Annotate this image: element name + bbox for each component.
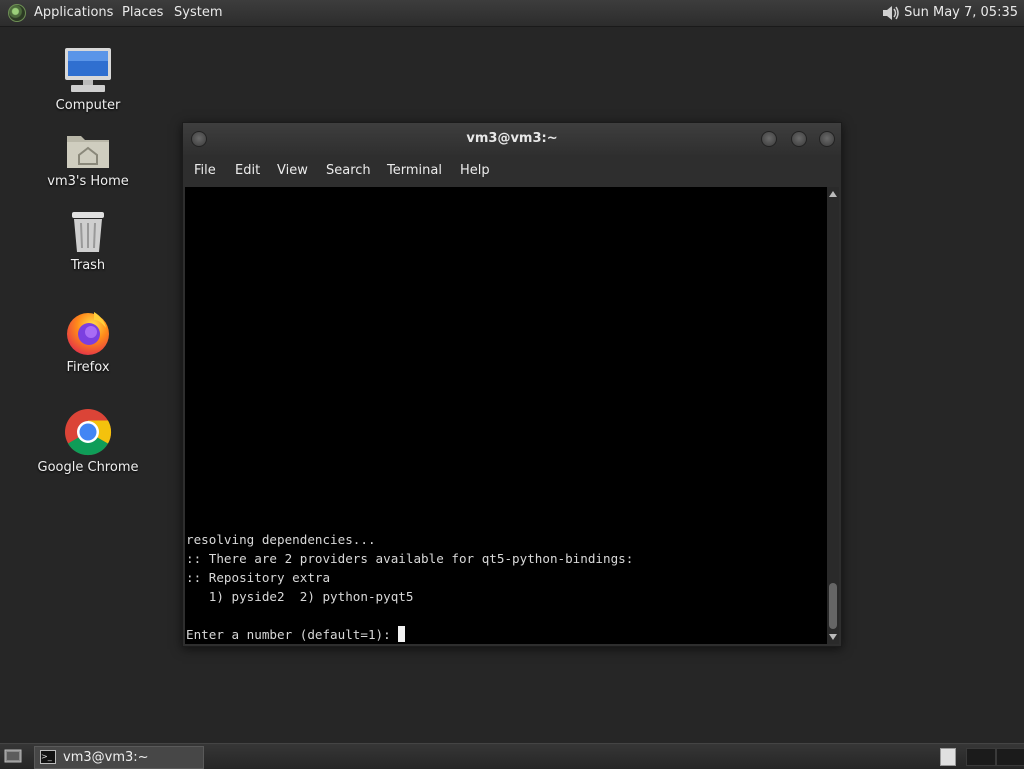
minimize-icon[interactable]: [761, 131, 777, 147]
home-folder-icon: [67, 136, 109, 168]
scroll-down-icon[interactable]: [829, 634, 837, 640]
terminal-prompt-line: Enter a number (default=1):: [186, 625, 406, 644]
menu-view[interactable]: View: [277, 155, 308, 187]
taskbar-item-label: vm3@vm3:~: [63, 750, 149, 765]
scrollbar-thumb[interactable]: [829, 583, 837, 629]
taskbar-item-terminal[interactable]: >_ vm3@vm3:~: [34, 746, 204, 769]
trash-icon: [72, 212, 104, 252]
desktop-icon-home[interactable]: vm3's Home: [28, 130, 148, 189]
bottom-panel: >_ vm3@vm3:~: [0, 743, 1024, 769]
desktop-icon-label: Computer: [55, 98, 121, 113]
terminal-line: resolving dependencies...: [186, 532, 376, 547]
terminal-line: :: There are 2 providers available for q…: [186, 551, 634, 566]
menu-search[interactable]: Search: [326, 155, 371, 187]
terminal-icon: >_: [40, 750, 56, 764]
top-panel: Applications Places System Sun May 7, 05…: [0, 0, 1024, 27]
scroll-up-icon[interactable]: [829, 191, 837, 197]
menu-terminal[interactable]: Terminal: [387, 155, 442, 187]
firefox-icon: [67, 312, 109, 355]
desktop-icon-trash[interactable]: Trash: [28, 210, 148, 273]
window-menubar: File Edit View Search Terminal Help: [183, 155, 841, 187]
terminal-prompt-text: Enter a number (default=1):: [186, 627, 399, 642]
desktop-icon-computer[interactable]: Computer: [28, 46, 148, 113]
window-titlebar[interactable]: vm3@vm3:~: [183, 123, 841, 155]
computer-icon: [65, 48, 111, 92]
workspace-2[interactable]: [966, 748, 996, 766]
desktop-icon-label: Trash: [70, 258, 106, 273]
clock[interactable]: Sun May 7, 05:35: [904, 0, 1018, 26]
maximize-icon[interactable]: [791, 131, 807, 147]
menu-edit[interactable]: Edit: [235, 155, 260, 187]
desktop-icon-chrome[interactable]: Google Chrome: [28, 408, 148, 475]
terminal-line: 1) pyside2 2) python-pyqt5: [186, 589, 414, 604]
workspace-3[interactable]: [996, 748, 1024, 766]
system-menu[interactable]: System: [174, 0, 222, 26]
menu-help[interactable]: Help: [460, 155, 490, 187]
show-desktop-icon[interactable]: [4, 748, 22, 764]
distro-logo-icon[interactable]: [8, 4, 26, 22]
text-cursor: [398, 626, 406, 642]
applications-menu[interactable]: Applications: [34, 0, 113, 26]
desktop-icon-firefox[interactable]: Firefox: [28, 308, 148, 375]
terminal-output[interactable]: resolving dependencies... :: There are 2…: [185, 187, 827, 644]
terminal-line: :: Repository extra: [186, 570, 331, 585]
desktop-icon-label: Google Chrome: [37, 460, 139, 475]
window-title: vm3@vm3:~: [466, 131, 558, 146]
chrome-icon: [65, 409, 112, 456]
places-menu[interactable]: Places: [122, 0, 163, 26]
menu-file[interactable]: File: [194, 155, 216, 187]
workspace-1[interactable]: [940, 748, 956, 766]
close-icon[interactable]: [819, 131, 835, 147]
desktop-icon-label: vm3's Home: [47, 174, 129, 189]
desktop-icon-label: Firefox: [66, 360, 110, 375]
terminal-scrollbar[interactable]: [827, 187, 839, 644]
terminal-window[interactable]: vm3@vm3:~ File Edit View Search Terminal…: [182, 122, 842, 647]
volume-icon[interactable]: [880, 3, 900, 23]
